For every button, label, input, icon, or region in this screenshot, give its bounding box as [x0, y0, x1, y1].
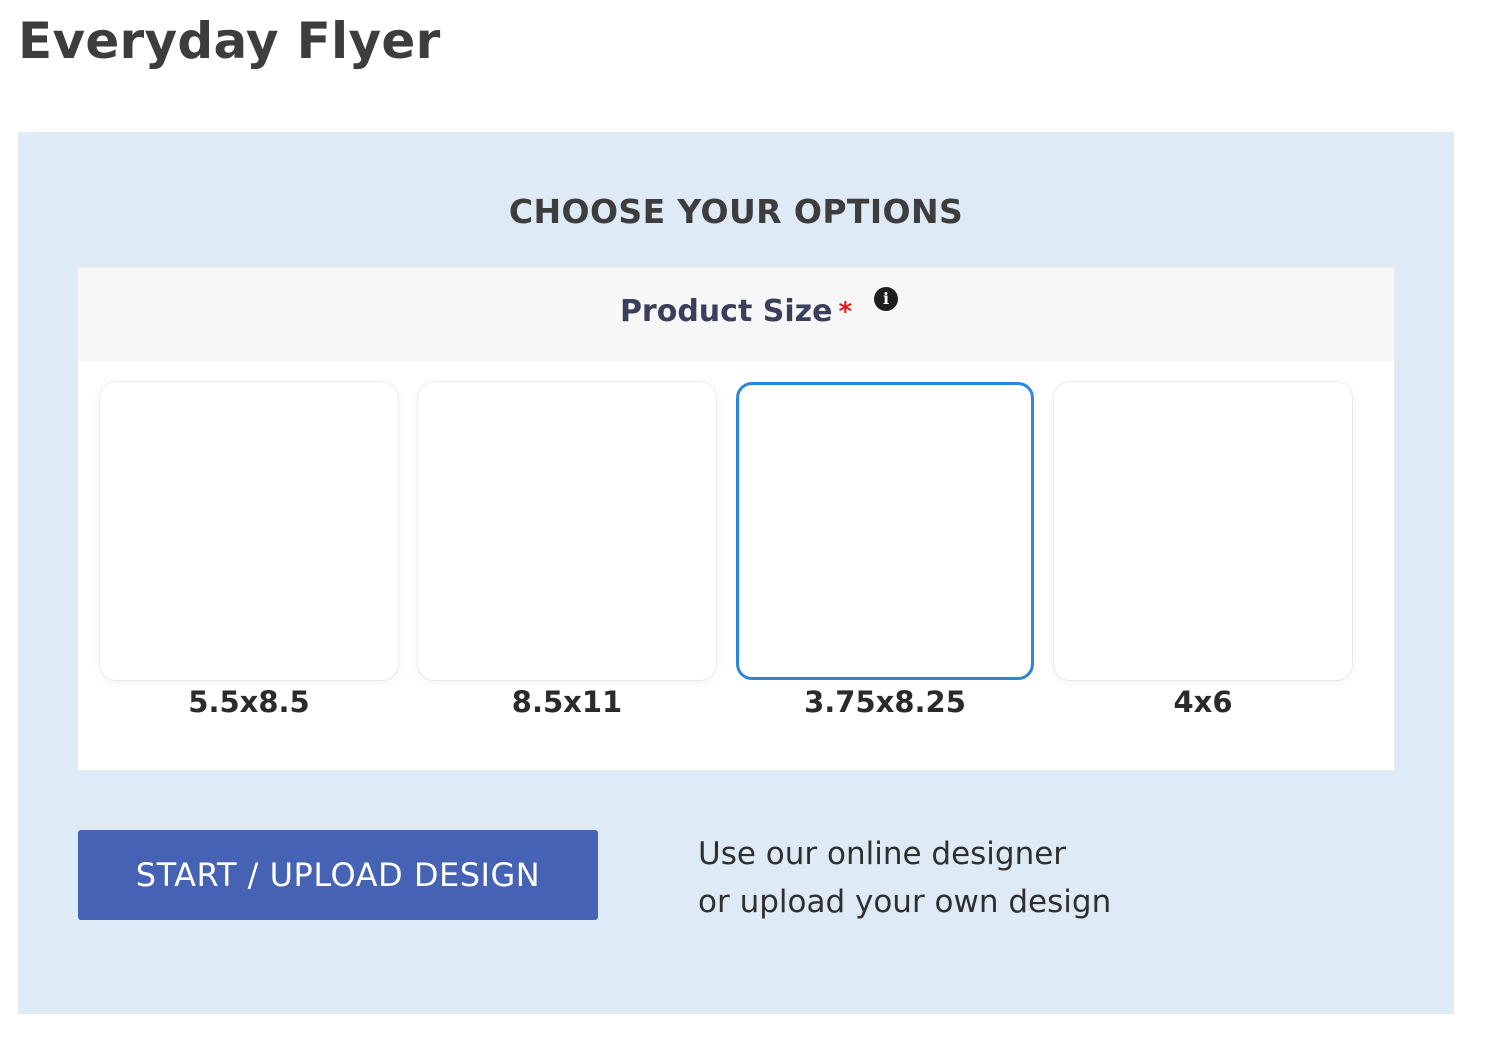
size-option-3-75x8-25[interactable]: 3.75x8.25 — [736, 382, 1034, 722]
page-title: Everyday Flyer — [18, 12, 441, 70]
size-option-8-5x11[interactable]: 8.5x11 — [418, 382, 716, 722]
product-size-box: Product Size * i 5.5x8.5 8.5x11 3.75x8.25… — [78, 268, 1394, 770]
designer-hint-line-2: or upload your own design — [698, 884, 1112, 920]
size-card[interactable] — [1054, 382, 1352, 680]
designer-hint-line-1: Use our online designer — [698, 836, 1067, 872]
options-heading: CHOOSE YOUR OPTIONS — [508, 192, 964, 231]
product-size-label-text: Product Size — [619, 294, 833, 329]
size-option-5-5x8-5[interactable]: 5.5x8.5 — [100, 382, 398, 722]
size-option-label: 8.5x11 — [511, 685, 623, 719]
product-size-label: Product Size * — [78, 292, 1394, 332]
size-card[interactable] — [100, 382, 398, 680]
info-icon[interactable]: i — [874, 287, 898, 311]
size-option-label: 3.75x8.25 — [804, 685, 966, 719]
options-panel: CHOOSE YOUR OPTIONS Product Size * i 5.5x… — [18, 132, 1454, 1014]
size-card-selected[interactable] — [736, 382, 1034, 680]
designer-hint: Use our online designer or upload your o… — [698, 830, 1111, 926]
size-option-label: 4x6 — [1173, 685, 1233, 719]
product-size-header: Product Size * i — [78, 268, 1394, 361]
size-card[interactable] — [418, 382, 716, 680]
size-option-4x6[interactable]: 4x6 — [1054, 382, 1352, 722]
required-marker: * — [838, 297, 853, 327]
start-upload-design-button[interactable]: START / UPLOAD DESIGN — [78, 830, 598, 920]
size-option-label: 5.5x8.5 — [188, 685, 310, 719]
